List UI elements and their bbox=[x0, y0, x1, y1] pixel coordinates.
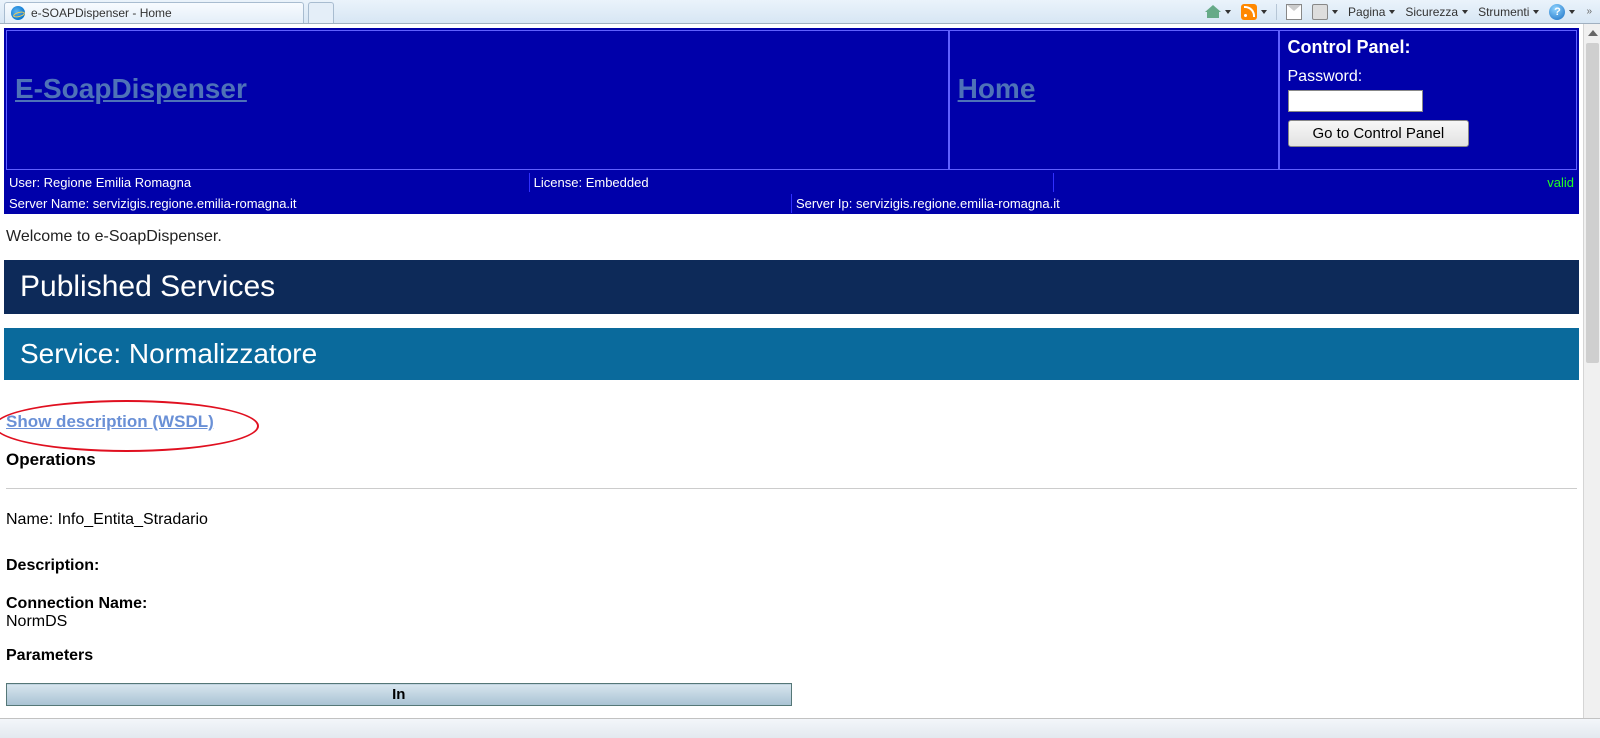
license-cell: License: Embedded bbox=[530, 173, 1055, 192]
op-name-label: Name bbox=[6, 511, 49, 528]
password-label: Password: bbox=[1288, 68, 1568, 86]
chevron-down-icon bbox=[1533, 10, 1539, 14]
service-content: Show description (WSDL) Operations Name:… bbox=[4, 380, 1579, 706]
server-name-cell: Server Name: servizigis.regione.emilia-r… bbox=[5, 194, 792, 213]
browser-tab-bar: e-SOAPDispenser - Home Pagina Sicurezza … bbox=[0, 0, 1600, 24]
overflow-icon[interactable]: » bbox=[1586, 6, 1592, 17]
connection-name-value: NormDS bbox=[6, 613, 1577, 631]
home-icon bbox=[1205, 4, 1221, 20]
print-icon bbox=[1312, 4, 1328, 20]
brand-link[interactable]: E-SoapDispenser bbox=[15, 73, 247, 105]
pagina-menu[interactable]: Pagina bbox=[1345, 4, 1398, 20]
in-column-header: In bbox=[7, 684, 792, 706]
chevron-down-icon bbox=[1389, 10, 1395, 14]
browser-toolbar: Pagina Sicurezza Strumenti ? » bbox=[1202, 0, 1600, 23]
print-button[interactable] bbox=[1309, 3, 1341, 21]
help-icon: ? bbox=[1549, 4, 1565, 20]
sicurezza-label: Sicurezza bbox=[1405, 5, 1458, 19]
scroll-up-button[interactable] bbox=[1584, 24, 1600, 41]
strumenti-label: Strumenti bbox=[1478, 5, 1529, 19]
separator bbox=[1276, 4, 1277, 20]
sicurezza-menu[interactable]: Sicurezza bbox=[1402, 4, 1471, 20]
op-name-value: Info_Entita_Stradario bbox=[58, 511, 208, 528]
mail-icon bbox=[1286, 4, 1302, 20]
chevron-down-icon bbox=[1332, 10, 1338, 14]
home-cell: Home bbox=[949, 30, 1279, 170]
description-label: Description: bbox=[6, 557, 1577, 575]
goto-control-panel-button[interactable]: Go to Control Panel bbox=[1288, 120, 1470, 147]
chevron-down-icon bbox=[1225, 10, 1231, 14]
scroll-thumb[interactable] bbox=[1586, 43, 1599, 363]
pagina-label: Pagina bbox=[1348, 5, 1385, 19]
password-input[interactable] bbox=[1288, 90, 1423, 112]
show-wsdl-link[interactable]: Show description (WSDL) bbox=[6, 412, 214, 432]
status-bar bbox=[0, 718, 1600, 738]
connection-name-label: Connection Name: bbox=[6, 595, 1577, 613]
service-header: Service: Normalizzatore bbox=[4, 328, 1579, 380]
parameters-table: In bbox=[6, 683, 792, 706]
parameters-label: Parameters bbox=[6, 647, 1577, 665]
chevron-down-icon bbox=[1261, 10, 1267, 14]
server-ip-cell: Server Ip: servizigis.regione.emilia-rom… bbox=[792, 194, 1578, 213]
help-button[interactable]: ? bbox=[1546, 3, 1578, 21]
vertical-scrollbar[interactable] bbox=[1583, 24, 1600, 738]
control-panel-title: Control Panel: bbox=[1288, 37, 1568, 58]
browser-tab-active[interactable]: e-SOAPDispenser - Home bbox=[4, 2, 304, 23]
ie-icon bbox=[11, 6, 25, 20]
valid-cell: valid bbox=[1054, 173, 1578, 192]
info-row-1: User: Regione Emilia Romagna License: Em… bbox=[4, 172, 1579, 193]
brand-cell: E-SoapDispenser bbox=[6, 30, 949, 170]
new-tab-button[interactable] bbox=[308, 2, 334, 23]
user-cell: User: Regione Emilia Romagna bbox=[5, 173, 530, 192]
rss-icon bbox=[1241, 4, 1257, 20]
chevron-down-icon bbox=[1462, 10, 1468, 14]
separator-line bbox=[6, 488, 1577, 489]
control-panel-cell: Control Panel: Password: Go to Control P… bbox=[1279, 30, 1577, 170]
chevron-down-icon bbox=[1569, 10, 1575, 14]
rss-button[interactable] bbox=[1238, 3, 1270, 21]
welcome-text: Welcome to e-SoapDispenser. bbox=[4, 214, 1579, 260]
home-link[interactable]: Home bbox=[958, 73, 1036, 105]
operations-heading: Operations bbox=[6, 450, 1577, 470]
mail-button[interactable] bbox=[1283, 3, 1305, 21]
info-row-2: Server Name: servizigis.regione.emilia-r… bbox=[4, 193, 1579, 214]
home-button[interactable] bbox=[1202, 3, 1234, 21]
page-content: E-SoapDispenser Home Control Panel: Pass… bbox=[0, 24, 1583, 738]
app-header: E-SoapDispenser Home Control Panel: Pass… bbox=[4, 28, 1579, 172]
strumenti-menu[interactable]: Strumenti bbox=[1475, 4, 1542, 20]
published-services-header: Published Services bbox=[4, 260, 1579, 314]
tab-title: e-SOAPDispenser - Home bbox=[31, 6, 172, 20]
